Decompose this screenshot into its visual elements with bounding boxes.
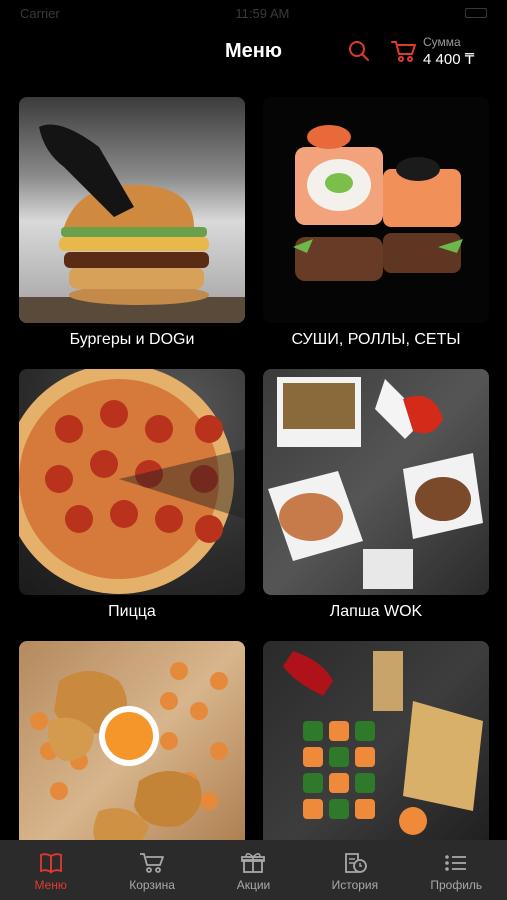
cart-button[interactable] xyxy=(388,36,420,66)
chicken-image xyxy=(19,641,245,867)
wok-image xyxy=(263,369,489,595)
history-icon xyxy=(344,853,367,873)
sushi-image xyxy=(263,97,489,323)
burger-image xyxy=(19,97,245,323)
category-label: СУШИ, РОЛЛЫ, СЕТЫ xyxy=(291,331,461,348)
category-card-sushi[interactable]: СУШИ, РОЛЛЫ, СЕТЫ xyxy=(263,97,489,369)
search-icon xyxy=(349,41,369,61)
tab-menu[interactable]: Меню xyxy=(6,852,96,892)
category-card-wok[interactable]: Лапша WOK xyxy=(263,369,489,641)
book-icon xyxy=(39,853,62,874)
search-button[interactable] xyxy=(344,36,374,66)
category-label: Бургеры и DOGи xyxy=(69,331,195,348)
tab-label: История xyxy=(331,878,379,892)
carrier-label: Carrier xyxy=(20,5,60,21)
battery-icon xyxy=(464,8,487,18)
list-icon xyxy=(445,855,467,871)
pizza-image xyxy=(19,369,245,595)
tab-label: Меню xyxy=(34,878,67,892)
category-label: Лапша WOK xyxy=(329,603,423,620)
tab-history[interactable]: История xyxy=(310,852,400,892)
status-bar: Carrier 11:59 AM xyxy=(0,0,507,26)
tab-label: Профиль xyxy=(430,878,483,892)
combo-image xyxy=(263,641,489,867)
tab-cart[interactable]: Корзина xyxy=(107,852,197,892)
sum-label: Сумма xyxy=(423,35,461,49)
cart-sum[interactable]: Сумма 4 400 ₸ xyxy=(423,34,474,70)
sum-value: 4 400 ₸ xyxy=(423,51,475,68)
cart-icon xyxy=(140,853,164,873)
time-label: 11:59 AM xyxy=(235,5,290,21)
tab-label: Акции xyxy=(236,878,271,892)
category-card-pizza[interactable]: Пицца xyxy=(19,369,245,641)
tab-profile[interactable]: Профиль xyxy=(411,852,501,892)
header: Меню Сумма 4 400 ₸ xyxy=(0,26,507,86)
cart-icon xyxy=(391,41,416,62)
tab-label: Корзина xyxy=(129,878,175,892)
category-card-burgers[interactable]: Бургеры и DOGи xyxy=(19,97,245,369)
tab-promotions[interactable]: Акции xyxy=(208,852,298,892)
category-label: Пицца xyxy=(108,603,156,620)
category-grid: Бургеры и DOGи СУШИ, РОЛЛЫ, СЕТЫ Пицца Л… xyxy=(19,97,489,900)
tab-bar: Меню Корзина Акции История Профиль xyxy=(0,840,507,900)
gift-icon xyxy=(241,853,266,873)
